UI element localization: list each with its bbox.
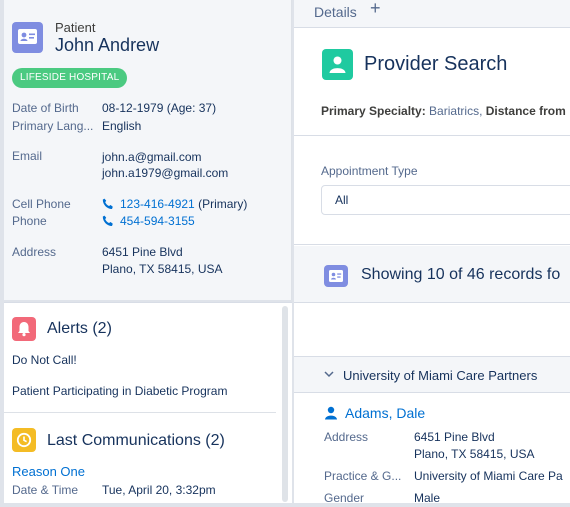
result-group-label[interactable]: University of Miami Care Partners — [343, 368, 537, 383]
scrollbar[interactable] — [282, 306, 288, 502]
cell-phone-label: Cell Phone — [12, 197, 71, 211]
email-label: Email — [12, 149, 43, 163]
language-label: Primary Lang... — [12, 119, 94, 133]
phone-label: Phone — [12, 214, 47, 228]
communications-title: Last Communications (2) — [47, 432, 225, 449]
user-icon — [325, 406, 337, 420]
patient-card: Patient John Andrew LIFESIDE HOSPITAL Da… — [4, 0, 292, 300]
contact-card-icon — [12, 22, 43, 53]
person-icon — [322, 49, 353, 80]
patient-name: John Andrew — [55, 35, 160, 55]
alert-item: Patient Participating in Diabetic Progra… — [12, 384, 228, 398]
provider-name-link[interactable]: Adams, Dale — [345, 405, 425, 421]
provider-search-panel: Details + Provider Search Primary Specia… — [294, 0, 570, 503]
provider-address-line1: 6451 Pine Blvd — [414, 430, 495, 444]
search-filter-summary: Primary Specialty: Bariatrics, Distance … — [321, 104, 566, 118]
distance-filter-label: Distance from — [485, 104, 566, 118]
provider-address-line2: Plano, TX 58415, USA — [414, 447, 535, 461]
appointment-type-label: Appointment Type — [321, 164, 418, 178]
email-primary: john.a@gmail.com — [102, 150, 202, 164]
results-count: Showing 10 of 46 records fo — [361, 266, 561, 283]
provider-address-label: Address — [324, 430, 369, 444]
provider-search-header — [294, 29, 570, 136]
address-line2: Plano, TX 58415, USA — [102, 262, 223, 276]
gender-value: Male — [414, 491, 441, 503]
cell-phone-number[interactable]: 123-416-4921 — [120, 197, 195, 211]
communication-link[interactable]: Reason One — [12, 464, 85, 479]
cell-phone-link[interactable]: 123-416-4921 (Primary) — [102, 197, 247, 211]
gender-label: Gender — [324, 491, 365, 503]
add-tab-button[interactable]: + — [370, 0, 381, 19]
practice-value: University of Miami Care Pa — [414, 469, 563, 483]
address-label: Address — [12, 245, 57, 259]
phone-number[interactable]: 454-594-3155 — [120, 214, 195, 228]
phone-link[interactable]: 454-594-3155 — [102, 214, 195, 228]
specialty-filter-label: Primary Specialty: — [321, 104, 426, 118]
practice-label: Practice & G... — [324, 469, 402, 483]
record-type-label: Patient — [55, 20, 96, 35]
contact-card-icon — [324, 265, 348, 287]
cell-phone-primary-tag: (Primary) — [194, 197, 248, 211]
phone-icon — [102, 215, 113, 226]
dob-value: 08-12-1979 (Age: 37) — [102, 101, 217, 115]
specialty-filter-value: Bariatrics, — [425, 104, 486, 118]
date-time-label: Date & Time — [12, 483, 79, 497]
results-spacer — [294, 304, 570, 356]
address-line1: 6451 Pine Blvd — [102, 245, 183, 259]
hospital-badge: LIFESIDE HOSPITAL — [12, 68, 128, 88]
page-title: Provider Search — [364, 53, 508, 75]
chevron-down-icon[interactable] — [324, 369, 334, 379]
patient-panel: Patient John Andrew LIFESIDE HOSPITAL Da… — [4, 0, 292, 503]
language-value: English — [102, 119, 142, 133]
section-divider — [4, 412, 276, 413]
bell-icon — [12, 317, 36, 341]
dob-label: Date of Birth — [12, 101, 79, 115]
alert-item: Do Not Call! — [12, 353, 77, 367]
date-time-value: Tue, April 20, 3:32pm — [102, 483, 216, 497]
appointment-type-select[interactable]: All — [321, 185, 570, 215]
alerts-title: Alerts (2) — [47, 320, 112, 337]
clock-icon — [12, 428, 36, 452]
tab-details[interactable]: Details — [314, 4, 357, 20]
email-secondary: john.a1979@gmail.com — [102, 166, 229, 180]
phone-icon — [102, 198, 113, 209]
